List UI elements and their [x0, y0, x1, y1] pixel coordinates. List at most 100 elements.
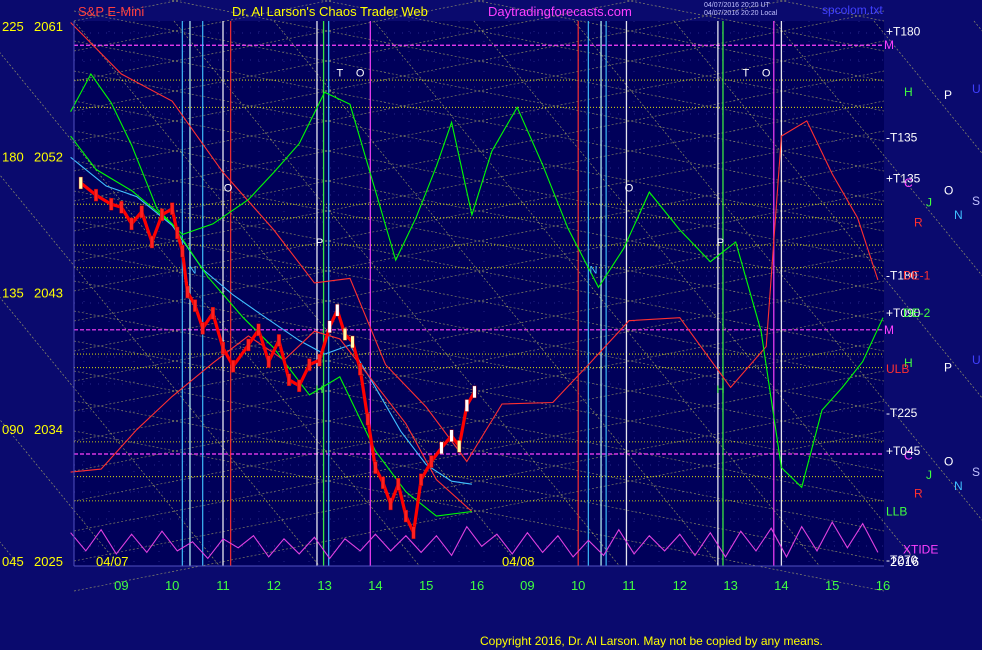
- planet-symbol: P: [944, 88, 952, 102]
- x-tick-label: 10: [571, 578, 585, 593]
- year-label: 2016: [890, 554, 919, 569]
- flux-diagonal: [873, 20, 982, 154]
- plot-area: [74, 21, 884, 566]
- x-tick-label: 09: [114, 578, 128, 593]
- y-tick-angle: 180: [2, 149, 24, 164]
- price-bar: [342, 328, 347, 341]
- planet-symbol: O: [944, 455, 953, 469]
- price-bar: [109, 197, 114, 211]
- session-marker: H: [716, 384, 724, 396]
- x-tick-label: 13: [723, 578, 737, 593]
- session-marker: O: [762, 67, 771, 79]
- right-label: +T045: [886, 444, 921, 458]
- price-bar: [388, 497, 393, 511]
- planet-symbol: S: [972, 465, 980, 479]
- planet-symbol: R: [914, 486, 923, 500]
- y-tick-price: 2052: [34, 149, 63, 164]
- session-marker: T: [742, 67, 749, 79]
- timestamp-ut: 04/07/2016 20:20 UT: [704, 2, 770, 9]
- planet-symbol: R: [914, 215, 923, 229]
- y-tick-angle: 090: [2, 422, 24, 437]
- copyright: Copyright 2016, Dr. Al Larson. May not b…: [480, 634, 823, 648]
- price-bar: [231, 359, 236, 373]
- price-bar: [317, 353, 322, 367]
- planet-symbol: U: [972, 353, 981, 367]
- planet-symbol: J: [926, 196, 932, 210]
- price-bar: [307, 358, 312, 371]
- x-tick-label: 12: [673, 578, 687, 593]
- price-bar: [419, 473, 424, 486]
- session-marker: P: [717, 237, 724, 249]
- chart-title: Dr. Al Larson's Chaos Trader Web: [232, 4, 428, 19]
- planet-symbol: J: [926, 468, 932, 482]
- price-bar: [335, 303, 340, 317]
- price-bar: [180, 244, 185, 258]
- price-bar: [266, 355, 271, 368]
- right-label: +T180: [886, 25, 921, 39]
- session-marker: O: [625, 183, 634, 195]
- price-bar: [373, 461, 378, 474]
- session-marker: O: [356, 67, 365, 79]
- price-bar: [78, 176, 83, 190]
- price-bar: [193, 299, 198, 312]
- y-tick-price: 2043: [34, 286, 63, 301]
- price-bar: [170, 202, 175, 215]
- right-label: -T225: [886, 406, 918, 420]
- right-label: +T135: [886, 171, 921, 185]
- right-label: -T135: [886, 131, 918, 145]
- session-marker: N: [589, 264, 597, 276]
- price-bar: [350, 335, 355, 349]
- price-bar: [119, 201, 124, 214]
- right-label: LLB: [886, 505, 907, 519]
- price-bar: [464, 399, 469, 412]
- data-file: spcolom.txt: [822, 3, 883, 17]
- y-tick-angle: 225: [2, 19, 24, 34]
- planet-symbol: S: [972, 194, 980, 208]
- x-tick-label: 16: [876, 578, 890, 593]
- x-tick-label: 12: [267, 578, 281, 593]
- x-tick-label: 13: [317, 578, 331, 593]
- instrument-label: S&P E-Mini: [78, 4, 145, 19]
- price-bar: [449, 429, 454, 443]
- price-bar: [287, 373, 292, 386]
- price-bar: [297, 379, 302, 393]
- planet-symbol: U: [972, 82, 981, 96]
- planet-symbol: P: [944, 361, 952, 375]
- price-bar: [129, 217, 134, 231]
- price-bar: [276, 334, 281, 347]
- price-bar: [93, 188, 98, 202]
- x-tick-label: 16: [470, 578, 484, 593]
- y-tick-price: 2034: [34, 422, 63, 437]
- price-bar: [429, 455, 434, 468]
- price-bar: [411, 526, 416, 539]
- price-bar: [457, 440, 462, 453]
- y-tick-angle: 135: [2, 286, 24, 301]
- x-tick-label: 14: [774, 578, 788, 593]
- x-tick-label: 11: [622, 578, 636, 593]
- session-marker: T: [336, 67, 343, 79]
- flux-diagonal: [973, 20, 982, 32]
- price-bar: [149, 235, 154, 249]
- date-label: 04/08: [502, 554, 535, 569]
- price-bar: [246, 338, 251, 352]
- price-bar: [396, 478, 401, 491]
- price-bar: [403, 509, 408, 523]
- price-bar: [327, 320, 332, 334]
- price-bar: [185, 285, 190, 299]
- right-label: DE-1: [903, 268, 931, 282]
- x-tick-label: 14: [368, 578, 382, 593]
- price-bar: [200, 322, 205, 335]
- price-bar: [210, 306, 215, 320]
- price-bar: [175, 226, 180, 240]
- price-bar: [358, 362, 363, 376]
- chaos-chart: H P UCOSJNRH PUC OSJNRT O T OO OP PN NH H+T180M-T13…: [0, 0, 982, 593]
- price-bar: [256, 323, 261, 337]
- site-link[interactable]: Daytradingforecasts.com: [488, 4, 632, 19]
- planet-symbol: O: [944, 184, 953, 198]
- x-tick-label: 11: [216, 578, 230, 593]
- x-tick-label: 15: [825, 578, 839, 593]
- price-bar: [139, 205, 144, 218]
- price-bar: [381, 476, 386, 489]
- timestamp-local: 04/07/2016 20:20 Local: [704, 10, 778, 17]
- right-label: M: [884, 323, 894, 337]
